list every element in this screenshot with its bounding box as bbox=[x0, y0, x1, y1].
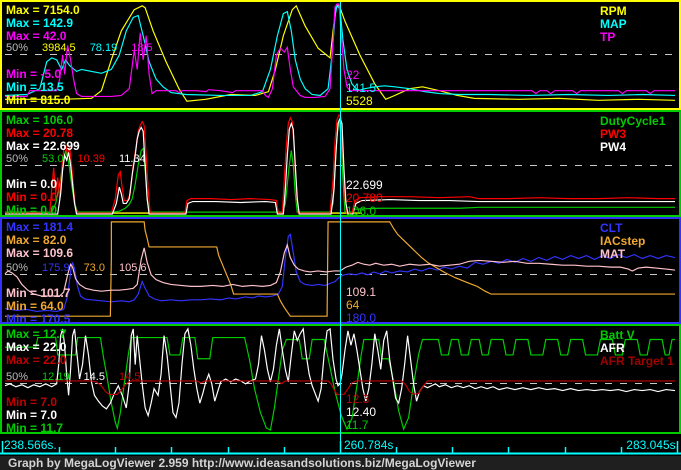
time-axis[interactable]: 238.566s. 260.784s 283.045s. bbox=[0, 434, 681, 456]
max-label-mat: Max = 109.6 bbox=[6, 246, 74, 260]
fifty-pct-label: 50% bbox=[6, 371, 29, 383]
fifty-value-tp: 18.5 bbox=[131, 42, 153, 54]
footer-credit: Graph by MegaLogViewer 2.959 http://www.… bbox=[0, 456, 681, 470]
time-cursor[interactable] bbox=[340, 2, 341, 454]
cursor-value-battv: 11.7 bbox=[346, 418, 369, 432]
fifty-value-clt: 175.9 bbox=[42, 262, 70, 274]
megalogviewer-graph: Max = 7154.0 Max = 142.9 Max = 42.0 50% 3… bbox=[0, 0, 681, 470]
time-label-cursor: 260.784s bbox=[344, 438, 394, 452]
time-axis-ticks bbox=[0, 441, 681, 455]
fifty-pct-label: 50% bbox=[6, 42, 29, 54]
legend-mat[interactable]: MAT bbox=[600, 248, 645, 261]
fifty-value-afr: 14.5 bbox=[83, 371, 105, 383]
time-label-start: 238.566s. bbox=[4, 438, 57, 452]
fifty-value-pw3: 10.39 bbox=[77, 153, 105, 165]
fifty-value-dutycycle1: 53.0 bbox=[42, 153, 64, 165]
fifty-value-rpm: 3984.5 bbox=[42, 42, 76, 54]
fifty-value-mat: 105.6 bbox=[118, 262, 147, 274]
fifty-value-afrtarget: 14.5 bbox=[118, 371, 141, 383]
legend-afrtarget[interactable]: AFR Target 1 bbox=[600, 355, 674, 368]
fifty-value-pw4: 11.34 bbox=[118, 153, 146, 165]
fifty-value-battv: 12.19 bbox=[42, 371, 70, 383]
legend-pw4[interactable]: PW4 bbox=[600, 141, 665, 154]
min-label-rpm: Min = 815.0 bbox=[6, 93, 71, 107]
fifty-pct-label: 50% bbox=[6, 262, 29, 274]
fifty-value-map: 78.19 bbox=[89, 42, 118, 54]
fifty-value-iacstep: 73.0 bbox=[83, 262, 105, 274]
max-label-afrtarget: Max = 22.0 bbox=[6, 353, 67, 367]
min-label-dutycycle1: Min = 0.0 bbox=[6, 203, 58, 217]
cursor-value-rpm: 5528 bbox=[346, 94, 373, 108]
time-label-end: 283.045s. bbox=[626, 438, 679, 452]
max-label-pw4: Max = 22.699 bbox=[6, 139, 80, 153]
legend-tp[interactable]: TP bbox=[600, 31, 627, 44]
fifty-pct-label: 50% bbox=[6, 153, 29, 165]
